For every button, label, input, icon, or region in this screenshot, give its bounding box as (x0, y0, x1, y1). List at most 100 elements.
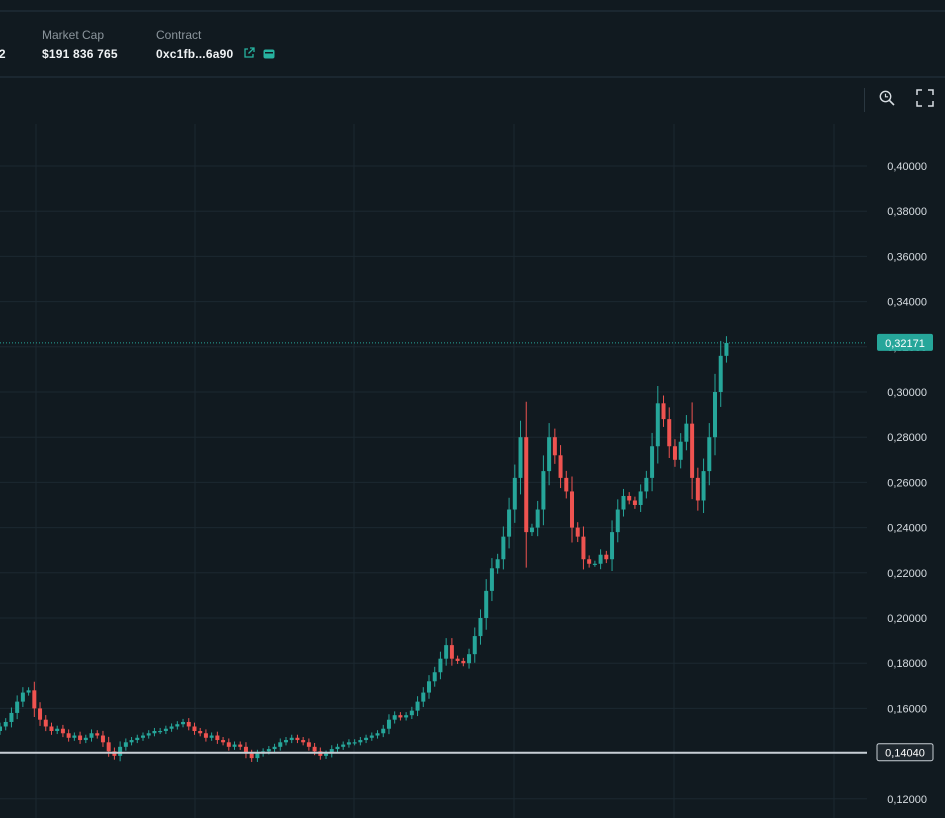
wallet-icon[interactable] (263, 48, 275, 62)
candle-body (478, 618, 483, 637)
candle-body (650, 446, 655, 478)
candle-body (192, 726, 197, 731)
contract-address[interactable]: 0xc1fb...6a90 (156, 47, 233, 61)
candle-body (638, 491, 643, 505)
candle-body (55, 728, 60, 731)
candle-body (203, 733, 208, 738)
candle-body (141, 735, 145, 738)
candle-body (381, 728, 386, 734)
candle-body (404, 715, 409, 718)
candle-body (238, 744, 243, 747)
candle-body (467, 654, 472, 664)
candle-body (627, 495, 632, 501)
candle-body (266, 749, 271, 752)
candle-body (587, 559, 592, 564)
candle-body (507, 509, 512, 537)
candle-body (449, 645, 454, 659)
candle-body (409, 710, 414, 716)
candle-body (438, 658, 443, 673)
y-axis-tick-label: 0,26000 (887, 477, 927, 489)
candle-body (60, 728, 65, 734)
candle-body (421, 692, 426, 702)
candle-body (512, 477, 517, 510)
candle-body (352, 742, 357, 744)
candle-body (169, 726, 174, 729)
candle-body (375, 733, 380, 736)
candle-body (484, 590, 489, 618)
stat-cut-value: 32 (0, 47, 6, 61)
candle-body (558, 455, 563, 478)
candle-body (644, 477, 649, 492)
candle-body (427, 681, 431, 693)
external-link-icon[interactable] (243, 47, 255, 62)
candle-body (152, 731, 157, 734)
candle-body (667, 419, 672, 447)
candle-body (78, 735, 83, 741)
candle-body (386, 719, 391, 729)
candle-body (129, 740, 134, 743)
candle-body (632, 500, 637, 505)
y-axis-tick-label: 0,20000 (887, 613, 927, 625)
zoom-search-icon (878, 89, 896, 112)
candle-body (49, 726, 54, 731)
y-axis-tick-label: 0,38000 (887, 206, 927, 218)
candle-body (713, 392, 717, 438)
candle-body (118, 746, 123, 756)
candle-body (146, 733, 151, 736)
stat-cut: 32 (0, 28, 6, 61)
candle-body (3, 721, 8, 727)
candle-body (301, 740, 306, 743)
candle-body (346, 742, 351, 745)
candle-body (295, 737, 300, 741)
candle-body (278, 742, 283, 747)
candle-body (95, 733, 100, 736)
candle-body (32, 690, 37, 709)
candle-body (690, 423, 695, 478)
candle-body (198, 731, 203, 734)
y-axis-tick-label: 0,40000 (887, 161, 927, 173)
candle-body (26, 690, 31, 693)
toolbar-separator (864, 88, 865, 112)
fullscreen-button[interactable] (915, 88, 935, 110)
market-cap-label: Market Cap (42, 28, 105, 42)
candle-body (215, 735, 220, 741)
candle-body (461, 660, 466, 664)
candle-body (306, 742, 311, 747)
candle-body (272, 746, 277, 750)
candle-body (724, 342, 729, 356)
candle-body (489, 568, 494, 591)
candle-body (364, 737, 369, 741)
y-axis-tick-label: 0,30000 (887, 387, 927, 399)
candle-body (0, 726, 2, 731)
base-price-label: 0,14040 (885, 748, 925, 760)
candle-body (621, 495, 626, 510)
candle-body (66, 733, 71, 738)
candle-body (392, 715, 397, 720)
y-axis-tick-label: 0,22000 (887, 568, 927, 580)
candle-body (72, 735, 77, 738)
candle-body (43, 719, 48, 727)
candle-body (249, 753, 254, 759)
candle-body (610, 532, 615, 560)
candle-body (655, 403, 660, 447)
zoom-search-button[interactable] (877, 90, 897, 110)
candle-body (106, 742, 111, 752)
candle-body (518, 437, 523, 478)
candle-body (661, 403, 666, 420)
candle-body (335, 746, 340, 750)
candle-body (415, 701, 420, 711)
current-price-label: 0,32171 (885, 338, 925, 350)
y-axis-tick-label: 0,34000 (887, 297, 927, 309)
candle-body (341, 744, 346, 747)
candle-body (358, 740, 363, 743)
candle-body (38, 708, 43, 720)
candle-body (524, 437, 529, 533)
candle-body (541, 471, 546, 510)
candle-body (678, 441, 683, 460)
candle-body (100, 735, 105, 743)
candle-body (684, 423, 689, 442)
candle-body (701, 471, 706, 501)
candle-body (529, 527, 534, 533)
price-chart[interactable]: 0,400000,380000,360000,340000,320000,300… (0, 124, 945, 818)
candle-body (598, 554, 603, 564)
